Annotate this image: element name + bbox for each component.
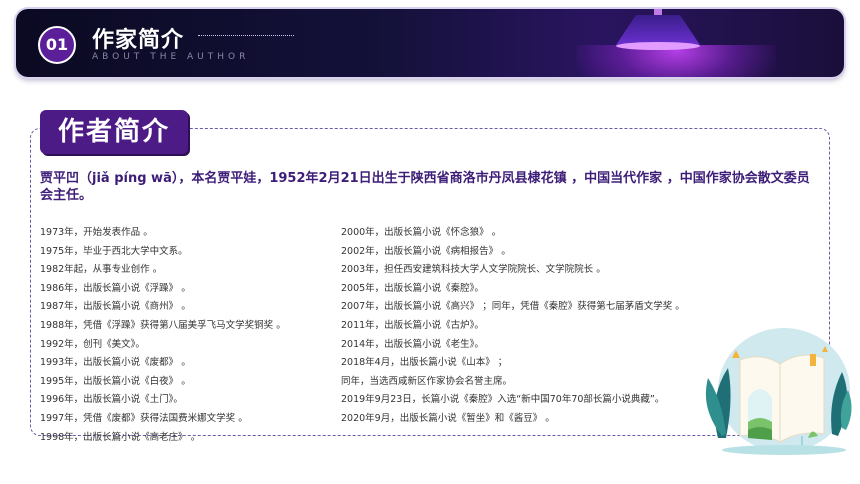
timeline-item: 1992年，创刊《美文》。 xyxy=(40,338,145,350)
section-tag: 作者简介 xyxy=(40,110,188,154)
timeline-item: 1982年起，从事专业创作 。 xyxy=(40,264,163,276)
timeline-item: 1988年，凭借《浮躁》获得第八届美孚飞马文学奖铜奖 。 xyxy=(40,319,286,331)
section-number: 01 xyxy=(38,26,76,64)
timeline-item: 同年，当选西咸新区作家协会名誉主席。 xyxy=(341,375,513,387)
timeline-item: 1973年，开始发表作品 。 xyxy=(40,227,153,238)
timeline-item: 2019年9月23日，长篇小说《秦腔》入选“新中国70年70部长篇小说典藏”。 xyxy=(341,394,665,406)
timeline-item: 2003年，担任西安建筑科技大学人文学院院长、文学院院长 。 xyxy=(341,264,606,276)
timeline-item: 2014年，出版长篇小说《老生》。 xyxy=(341,338,484,350)
timeline-item: 1987年，出版长篇小说《商州》 。 xyxy=(40,301,191,313)
page-title: 作家简介 xyxy=(92,28,185,53)
timeline-item: 2007年，出版长篇小说《高兴》 ；同年，凭借《秦腔》获得第七届茅盾文学奖 。 xyxy=(341,301,685,313)
timeline-item: 2002年，出版长篇小说《病相报告》 。 xyxy=(341,245,511,257)
timeline-item: 1996年，出版长篇小说《土门》。 xyxy=(40,394,183,406)
timeline-item: 1997年，凭借《废都》获得法国费米娜文学奖 。 xyxy=(40,412,248,424)
timeline-item: 1986年，出版长篇小说《浮躁》 。 xyxy=(40,282,191,294)
author-intro: 贾平凹（jiǎ píng wā），本名贾平娃，1952年2月21日出生于陕西省商… xyxy=(40,171,810,203)
timeline-item: 2018年4月，出版长篇小说《山本》 ； xyxy=(341,357,508,369)
header-banner: 01 作家简介 ABOUT THE AUTHOR xyxy=(16,9,844,77)
title-divider xyxy=(198,35,294,36)
open-book-illustration xyxy=(705,328,852,455)
page-subtitle: ABOUT THE AUTHOR xyxy=(92,52,250,62)
timeline-item: 1993年，出版长篇小说《废都》 。 xyxy=(40,357,191,369)
timeline-item: 1975年，毕业于西北大学中文系。 xyxy=(40,245,188,257)
timeline-right: 2000年，出版长篇小说《怀念狼》 。 2002年，出版长篇小说《病相报告》 。 2… xyxy=(341,224,685,429)
timeline-left: 1973年，开始发表作品 。 1975年，毕业于西北大学中文系。 1982年起，从事… xyxy=(40,224,286,447)
timeline-item: 2000年，出版长篇小说《怀念狼》 。 xyxy=(341,227,502,238)
hanging-lamp-icon xyxy=(616,9,700,50)
timeline-item: 2011年，出版长篇小说《古炉》。 xyxy=(341,319,484,331)
timeline-item: 1995年，出版长篇小说《白夜》 。 xyxy=(40,375,191,387)
timeline-item: 2020年9月，出版长篇小说《暂坐》和《酱豆》 。 xyxy=(341,412,555,424)
timeline-item: 1998年，出版长篇小说《高老庄》 。 xyxy=(40,431,201,443)
timeline-item: 2005年，出版长篇小说《秦腔》。 xyxy=(341,282,484,294)
